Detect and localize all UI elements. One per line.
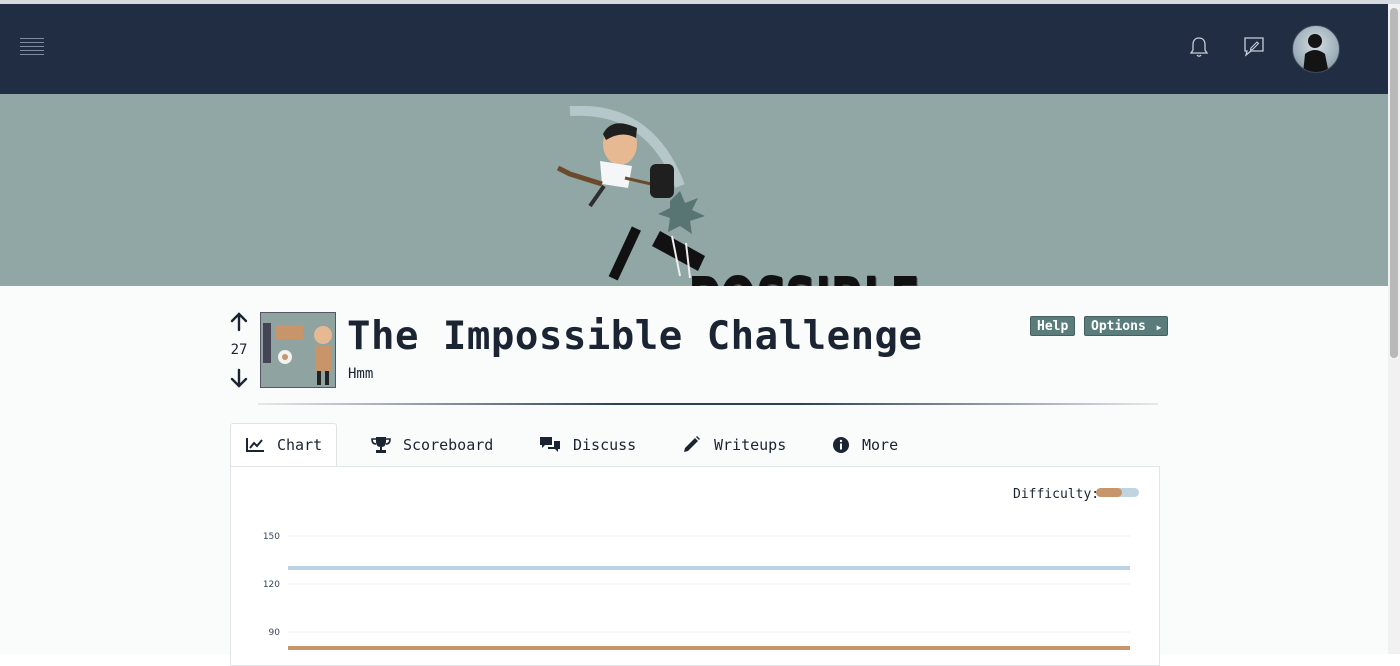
difficulty-bar — [1096, 488, 1139, 497]
challenge-subtitle: Hmm — [348, 366, 374, 382]
trophy-icon — [371, 437, 391, 453]
tab-label: Chart — [277, 436, 323, 454]
top-navbar — [0, 4, 1388, 94]
progress-chart: 150 120 90 — [263, 532, 1130, 650]
y-tick-label: 90 — [269, 628, 281, 638]
avatar-silhouette-icon — [1303, 34, 1329, 72]
bell-icon[interactable] — [1186, 34, 1212, 60]
difficulty-bar-fill — [1096, 488, 1122, 497]
tab-writeups[interactable]: Writeups — [668, 423, 786, 467]
header-divider — [258, 403, 1158, 405]
tab-label: Writeups — [714, 436, 787, 454]
help-button-label: Help — [1037, 319, 1069, 334]
challenge-banner: POSSIBLE — [0, 94, 1388, 341]
tab-label: Discuss — [573, 436, 637, 454]
chat-edit-icon[interactable] — [1241, 34, 1267, 60]
tab-scoreboard[interactable]: Scoreboard — [357, 423, 493, 467]
user-avatar[interactable] — [1292, 25, 1340, 73]
downvote-arrow-icon[interactable] — [228, 367, 250, 389]
hamburger-icon[interactable] — [20, 38, 44, 60]
line-chart-icon — [246, 438, 264, 452]
vote-count: 27 — [230, 342, 248, 358]
caret-right-icon: ▶ — [1156, 323, 1162, 332]
tab-discuss[interactable]: Discuss — [525, 423, 636, 467]
tab-more[interactable]: More — [818, 423, 898, 467]
challenge-title: The Impossible Challenge — [347, 314, 923, 359]
page-scrollbar-thumb[interactable] — [1390, 8, 1398, 358]
difficulty-label: Difficulty: — [1013, 487, 1100, 502]
options-button-label: Options — [1091, 319, 1146, 334]
tab-label: More — [862, 436, 899, 454]
pencil-icon — [684, 436, 700, 452]
tab-label: Scoreboard — [403, 436, 494, 454]
challenge-thumbnail — [260, 312, 336, 388]
y-tick-label: 150 — [263, 532, 280, 542]
options-button[interactable]: Options ▶ — [1084, 316, 1169, 336]
info-icon — [833, 437, 849, 453]
upvote-arrow-icon[interactable] — [228, 311, 250, 333]
banner-illustration — [556, 106, 705, 281]
tab-chart[interactable]: Chart — [230, 423, 337, 467]
y-tick-label: 120 — [263, 580, 280, 590]
comments-icon — [540, 437, 560, 452]
help-button[interactable]: Help — [1030, 316, 1076, 336]
thumbnail-illustration — [261, 313, 335, 387]
